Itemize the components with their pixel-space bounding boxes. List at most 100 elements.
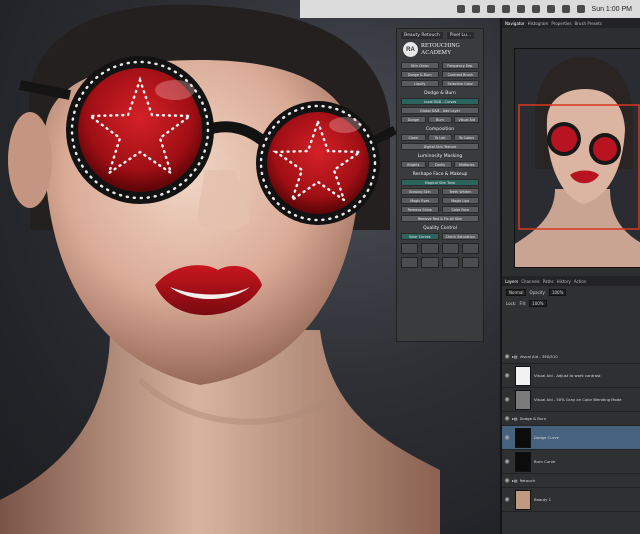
layer-group-row[interactable]: ◉ ▸▤ Dodge & Burn [502,412,640,426]
tool-icon[interactable] [441,257,459,268]
contrast-brush-button[interactable]: Contrast Brush [441,71,479,78]
tab-layers[interactable]: Layers [505,279,518,284]
section-luminosity: Luminosity Masking [417,154,463,159]
navigator-preview[interactable] [514,48,640,268]
tab-beauty-retouch[interactable]: Beauty Retouch [401,32,443,39]
visibility-eye-icon[interactable]: ◉ [502,477,512,484]
burn-button[interactable]: Burn [427,116,453,123]
global-db-button[interactable]: Global D&B - Add Layer [401,107,479,114]
menubar-clock[interactable]: Sun 1:00 PM [592,6,632,13]
wifi-icon[interactable] [546,5,555,13]
section-dodge-burn: Dodge & Burn [424,91,456,96]
layer-name: Visual Aid - 390/510 [519,354,558,359]
dodge-button[interactable]: Dodge [401,116,426,123]
panel-tabs: Beauty Retouch Pixel Lu... [401,32,479,39]
to-colors-button[interactable]: To Colors [454,134,479,141]
frequency-sep-button[interactable]: Frequency Sep. [441,62,479,69]
layer-group-row[interactable]: ◉ ▸▤ Visual Aid - 390/510 [502,350,640,364]
tab-action[interactable]: Action [574,279,587,284]
fill-field[interactable]: 100% [529,300,547,307]
folder-icon[interactable]: ▸▤ [512,416,518,421]
tool-icon[interactable] [461,243,479,254]
tab-histogram[interactable]: Histogram [528,21,549,26]
layer-row[interactable]: ◉ Burn Curve [502,450,640,474]
selective-color-button[interactable]: Selective Color [441,80,479,87]
layer-group-row[interactable]: ◉ ▸▤ Retouch [502,474,640,488]
solar-curves-button[interactable]: Solar Curves [401,233,439,240]
layer-name: Visual Aid - Adjust to work contrast [534,373,601,378]
menubar-app-icon[interactable] [486,5,495,13]
tool-icon[interactable] [401,243,419,254]
opacity-field[interactable]: 100% [548,289,567,296]
layer-thumbnail [515,489,531,510]
magic-eyes-button[interactable]: Magic Eyes [401,197,439,204]
section-composition: Composition [425,127,455,132]
teeth-whiten-button[interactable]: Teeth Whiten [441,188,479,195]
visibility-eye-icon[interactable]: ◉ [502,372,512,379]
visibility-eye-icon[interactable]: ◉ [502,496,512,503]
folder-icon[interactable]: ▸▤ [512,478,518,483]
section-reshape: Reshape Face & Makeup [412,172,468,177]
menubar-app-icon[interactable] [456,5,465,13]
top-button-grid: Skin Clean Frequency Sep. Dodge & Burn C… [401,62,479,87]
tab-brush-presets[interactable]: Brush Presets [575,21,602,26]
layer-name: Dodge & Burn [519,416,547,421]
tab-properties[interactable]: Properties [551,21,571,26]
layer-row[interactable]: ◉ Visual Aid - Adjust to work contrast [502,364,640,388]
navigator-thumbnail [515,56,640,267]
visibility-eye-icon[interactable]: ◉ [502,415,512,422]
layers-panel: Layers Channels Paths History Action Nor… [502,276,640,534]
menubar-app-icon[interactable] [501,5,510,13]
tool-icon[interactable] [421,257,439,268]
tab-navigator[interactable]: Navigator [505,21,525,26]
clone-button[interactable]: Clone [401,134,426,141]
dodge-burn-button[interactable]: Dodge & Burn [401,71,439,78]
tab-history[interactable]: History [557,279,571,284]
visibility-eye-icon[interactable]: ◉ [502,353,512,360]
retouching-academy-panel: Beauty Retouch Pixel Lu... RA RETOUCHING… [396,28,484,342]
layer-row[interactable]: ◉ Beauty 1 [502,488,640,512]
layer-thumbnail [515,451,531,472]
liquify-button[interactable]: Liquify [401,80,439,87]
tab-paths[interactable]: Paths [543,279,554,284]
brights-button[interactable]: Brights [401,161,426,168]
flag-icon[interactable] [576,5,585,13]
menubar-app-icon[interactable] [471,5,480,13]
color-face-button[interactable]: Color Face [441,206,479,213]
remove-red-button[interactable]: Remove Red & Fix All Skin [401,215,479,222]
volume-icon[interactable] [561,5,570,13]
magical-skin-tone-button[interactable]: Magical Skin Tone [401,179,479,186]
skin-clean-button[interactable]: Skin Clean [401,62,439,69]
midtones-button[interactable]: Midtones [454,161,479,168]
tool-icon[interactable] [401,257,419,268]
tab-pixel-lu[interactable]: Pixel Lu... [446,32,475,39]
tool-icon[interactable] [441,243,459,254]
local-db-curves-button[interactable]: Local D&B - Curves [401,98,479,105]
check-saturation-button[interactable]: Check Saturation [441,233,479,240]
tool-icon[interactable] [421,243,439,254]
visual-aid-button[interactable]: Visual Aid [454,116,479,123]
tool-icon-grid [401,243,479,268]
lock-label: Lock: [506,301,517,306]
darks-button[interactable]: Darks [427,161,453,168]
to-lab-button[interactable]: To Lab [427,134,453,141]
ra-logo: RA RETOUCHING ACADEMY [403,42,479,57]
visibility-eye-icon[interactable]: ◉ [502,458,512,465]
menubar-app-icon[interactable] [516,5,525,13]
menubar-app-icon[interactable] [531,5,540,13]
visibility-eye-icon[interactable]: ◉ [502,434,512,441]
folder-icon[interactable]: ▸▤ [512,354,518,359]
tool-icon[interactable] [461,257,479,268]
glowing-skin-button[interactable]: Glowing Skin [401,188,439,195]
digital-skin-texture-button[interactable]: Digital Skin Texture [401,143,479,150]
tab-channels[interactable]: Channels [521,279,540,284]
magic-lips-button[interactable]: Magic Lips [441,197,479,204]
ra-badge-icon: RA [403,42,418,57]
layer-row[interactable]: ◉ Visual Aid - 50% Gray on Color Blending… [502,388,640,412]
remove-shine-button[interactable]: Remove Shine [401,206,439,213]
visibility-eye-icon[interactable]: ◉ [502,396,512,403]
panel-dock: Navigator Histogram Properties Brush Pre… [500,18,640,534]
layer-name: Burn Curve [534,459,556,464]
blend-mode-select[interactable]: Normal [506,289,527,296]
layer-row[interactable]: ◉ Dodge Curve [502,426,640,450]
